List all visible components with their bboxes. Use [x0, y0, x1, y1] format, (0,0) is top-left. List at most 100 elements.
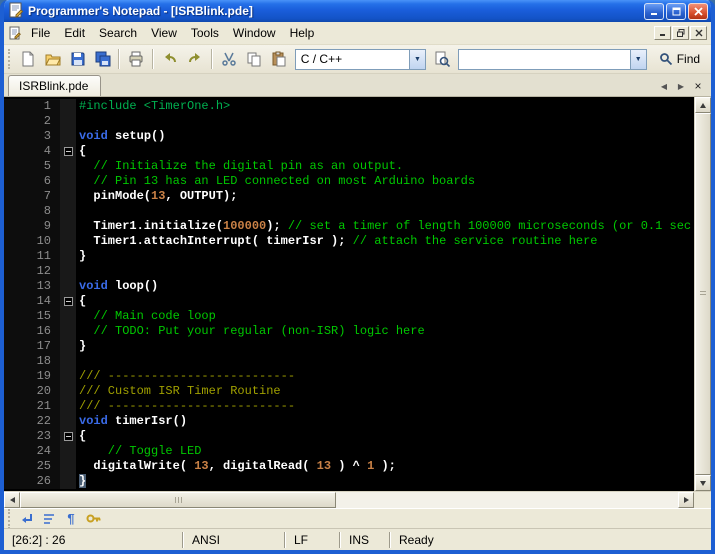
menu-file[interactable]: File — [24, 24, 57, 42]
fold-marker[interactable] — [60, 429, 76, 444]
new-document-button[interactable] — [16, 48, 40, 70]
save-all-icon — [95, 51, 111, 67]
chevron-down-icon[interactable]: ▼ — [629, 49, 646, 69]
fold-collapse-icon[interactable] — [63, 147, 73, 156]
code-line[interactable]: 6 // Pin 13 has an LED connected on most… — [4, 174, 694, 189]
code-line[interactable]: 2 — [4, 114, 694, 129]
code-line[interactable]: 20 /// Custom ISR Timer Routine — [4, 384, 694, 399]
toolbar-grip[interactable] — [8, 49, 12, 69]
save-button[interactable] — [66, 48, 90, 70]
code-line[interactable]: 5 // Initialize the digital pin as an ou… — [4, 159, 694, 174]
find-button[interactable]: Find — [651, 48, 708, 70]
tab-bar: ISRBlink.pde ◀ ▶ × — [4, 74, 711, 97]
scroll-right-button[interactable] — [678, 492, 694, 508]
mdi-restore-button[interactable] — [672, 26, 689, 40]
line-number: 15 — [4, 309, 60, 324]
code-editor[interactable]: 1 #include <TimerOne.h> 2 3 void setup() 4{5 … — [4, 97, 694, 491]
copy-button[interactable] — [242, 48, 266, 70]
code-text: Timer1.attachInterrupt( timerIsr ); // a… — [79, 234, 598, 248]
code-line[interactable]: 24 // Toggle LED — [4, 444, 694, 459]
protect-button[interactable] — [83, 510, 103, 527]
code-line[interactable]: 16 // TODO: Put your regular (non-ISR) l… — [4, 324, 694, 339]
code-line[interactable]: 4{ — [4, 144, 694, 159]
menu-view[interactable]: View — [144, 24, 184, 42]
code-line[interactable]: 3 void setup() — [4, 129, 694, 144]
paste-button[interactable] — [267, 48, 291, 70]
fold-collapse-icon[interactable] — [63, 297, 73, 306]
vertical-scroll-track[interactable] — [695, 113, 711, 475]
code-line[interactable]: 22 void timerIsr() — [4, 414, 694, 429]
code-line[interactable]: 10 Timer1.attachInterrupt( timerIsr ); /… — [4, 234, 694, 249]
code-line[interactable]: 23 { — [4, 429, 694, 444]
horizontal-scroll-thumb[interactable] — [20, 492, 336, 508]
code-line[interactable]: 25 digitalWrite( 13, digitalRead( 13 ) ^… — [4, 459, 694, 474]
open-file-button[interactable] — [41, 48, 65, 70]
menu-window[interactable]: Window — [226, 24, 283, 42]
mdi-minimize-button[interactable] — [654, 26, 671, 40]
mdi-close-button[interactable] — [690, 26, 707, 40]
code-line[interactable]: 9 Timer1.initialize(100000); // set a ti… — [4, 219, 694, 234]
horizontal-scrollbar[interactable] — [4, 492, 694, 508]
code-line[interactable]: 17} — [4, 339, 694, 354]
up-arrow-icon — [700, 102, 706, 108]
code-line[interactable]: 11} — [4, 249, 694, 264]
undo-icon — [165, 53, 177, 63]
code-line[interactable]: 1 #include <TimerOne.h> — [4, 99, 694, 114]
minimize-button[interactable] — [644, 2, 664, 20]
search-input[interactable]: ▼ — [457, 48, 647, 70]
pilcrow-icon: ¶ — [67, 511, 75, 526]
scroll-left-button[interactable] — [4, 492, 20, 508]
close-button[interactable] — [688, 2, 708, 20]
line-endings-button[interactable] — [17, 510, 37, 527]
whitespace-button[interactable] — [39, 510, 59, 527]
code-line[interactable]: 7 pinMode(13, OUTPUT); — [4, 189, 694, 204]
print-button[interactable] — [124, 48, 148, 70]
vertical-scroll-thumb[interactable] — [695, 113, 711, 475]
statusbar-message: Ready — [399, 532, 434, 547]
menu-tools[interactable]: Tools — [184, 24, 226, 42]
code-text: // Initialize the digital pin as an outp… — [79, 159, 404, 173]
maximize-button[interactable] — [666, 2, 686, 20]
redo-button[interactable] — [183, 48, 207, 70]
code-text: } — [79, 249, 87, 263]
code-line[interactable]: 8 — [4, 204, 694, 219]
code-line[interactable]: 14 { — [4, 294, 694, 309]
fold-marker[interactable] — [60, 144, 76, 159]
fold-marker[interactable] — [60, 294, 76, 309]
vertical-scrollbar[interactable] — [694, 97, 711, 491]
code-line[interactable]: 21 /// -------------------------- — [4, 399, 694, 414]
code-line[interactable]: 12 — [4, 264, 694, 279]
tab-isrblink[interactable]: ISRBlink.pde — [8, 75, 102, 96]
show-eol-button[interactable]: ¶ — [61, 510, 81, 527]
undo-button[interactable] — [158, 48, 182, 70]
title-bar[interactable]: Programmer's Notepad - [ISRBlink.pde] — [4, 0, 711, 22]
code-line[interactable]: 19 /// -------------------------- — [4, 369, 694, 384]
tab-close-icon[interactable]: × — [691, 79, 705, 93]
horizontal-scroll-track[interactable] — [20, 492, 678, 508]
code-text: // TODO: Put your regular (non-ISR) logi… — [79, 324, 425, 338]
tab-scroll-right-icon[interactable]: ▶ — [674, 79, 688, 93]
right-arrow-icon — [683, 497, 689, 503]
scroll-up-button[interactable] — [695, 97, 711, 113]
print-icon — [129, 51, 143, 67]
code-line[interactable]: 13 void loop() — [4, 279, 694, 294]
fold-collapse-icon[interactable] — [63, 432, 73, 441]
code-line[interactable]: 18 — [4, 354, 694, 369]
menu-search[interactable]: Search — [92, 24, 144, 42]
menu-edit[interactable]: Edit — [57, 24, 92, 42]
bottom-toolbar-grip[interactable] — [8, 508, 12, 529]
scroll-down-button[interactable] — [695, 475, 711, 491]
fold-margin — [60, 204, 76, 219]
menu-help[interactable]: Help — [283, 24, 322, 42]
tab-scroll-left-icon[interactable]: ◀ — [657, 79, 671, 93]
chevron-down-icon[interactable]: ▼ — [408, 49, 425, 69]
code-line[interactable]: 26} — [4, 474, 694, 489]
find-in-files-button[interactable] — [430, 48, 454, 70]
save-all-button[interactable] — [91, 48, 115, 70]
cut-button[interactable] — [217, 48, 241, 70]
editor-lines: 1 #include <TimerOne.h> 2 3 void setup() 4{5 … — [4, 99, 694, 489]
language-select[interactable]: C / C++ ▼ — [294, 48, 426, 70]
code-line[interactable]: 15 // Main code loop — [4, 309, 694, 324]
line-number: 14 — [4, 294, 60, 309]
